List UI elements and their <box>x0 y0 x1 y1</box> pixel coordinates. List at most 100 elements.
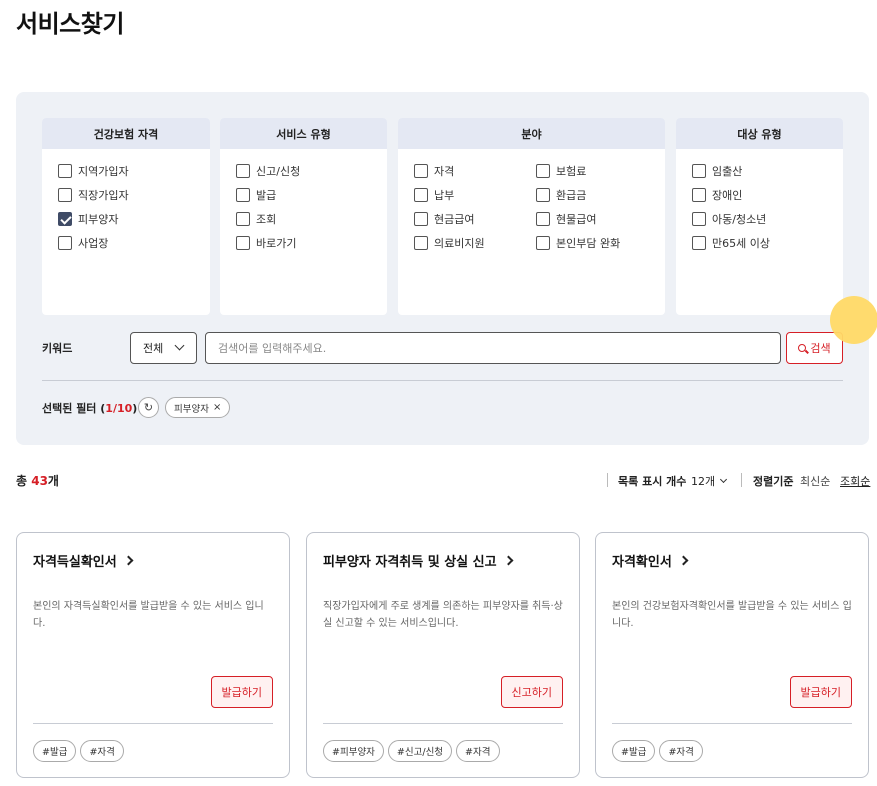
filter-option[interactable]: 납부 <box>414 187 454 203</box>
filter-option-label: 피부양자 <box>78 213 119 226</box>
sort-option-latest[interactable]: 최신순 <box>800 473 830 489</box>
card-tags: #발급 #자격 <box>612 740 703 762</box>
tag[interactable]: #발급 <box>33 740 77 762</box>
checkbox[interactable] <box>414 188 428 202</box>
checkbox[interactable] <box>536 164 550 178</box>
card-divider <box>612 723 852 724</box>
filter-option-label: 아동/청소년 <box>712 213 767 226</box>
selected-filter-chip: 피부양자 × <box>165 397 231 418</box>
filter-option-label: 사업장 <box>78 237 109 250</box>
search-icon <box>798 344 807 352</box>
per-page-select[interactable]: 12개 <box>691 473 728 489</box>
separator <box>607 473 608 487</box>
card-title-link[interactable]: 자격확인서 <box>612 551 689 570</box>
filter-option-label: 바로가기 <box>256 237 297 250</box>
filter-option-label: 현물급여 <box>556 213 597 226</box>
filter-panel: 건강보험 자격 지역가입자 직장가입자 피부양자 사업장 서비스 유형 신고/신청 발급… <box>16 92 869 445</box>
checkbox[interactable] <box>536 188 550 202</box>
tag[interactable]: #자격 <box>456 740 500 762</box>
issue-button[interactable]: 발급하기 <box>789 676 852 708</box>
filter-option-label: 발급 <box>256 189 277 202</box>
page-title: 서비스찾기 <box>16 10 124 38</box>
search-button[interactable]: 검색 <box>786 332 843 364</box>
filter-option[interactable]: 만65세 이상 <box>692 235 770 251</box>
filter-group-service-type: 서비스 유형 신고/신청 발급 조회 바로가기 <box>220 118 387 315</box>
filter-option[interactable]: 보험료 <box>536 163 586 179</box>
checkbox[interactable] <box>692 236 706 250</box>
checkbox[interactable] <box>58 212 72 226</box>
filter-option[interactable]: 장애인 <box>692 187 742 203</box>
checkbox[interactable] <box>692 164 706 178</box>
tag[interactable]: #피부양자 <box>323 740 384 762</box>
search-scope-value: 전체 <box>143 342 164 355</box>
filter-option[interactable]: 자격 <box>414 163 454 179</box>
card-tags: #발급 #자격 <box>33 740 124 762</box>
tag[interactable]: #자격 <box>80 740 124 762</box>
checkbox[interactable] <box>236 188 250 202</box>
report-button[interactable]: 신고하기 <box>500 676 563 708</box>
total-suffix: 개 <box>47 474 59 488</box>
filter-option[interactable]: 발급 <box>236 187 276 203</box>
filter-option[interactable]: 환급금 <box>536 187 586 203</box>
checkbox[interactable] <box>414 164 428 178</box>
filter-option[interactable]: 사업장 <box>58 235 108 251</box>
chevron-right-icon <box>503 555 514 566</box>
filter-option-label: 만65세 이상 <box>712 237 770 250</box>
cursor-highlight <box>830 296 877 344</box>
checkbox[interactable] <box>236 212 250 226</box>
checkbox[interactable] <box>692 188 706 202</box>
filter-option-label: 신고/신청 <box>256 165 301 178</box>
filter-group-target: 대상 유형 임출산 장애인 아동/청소년 만65세 이상 <box>676 118 843 315</box>
filter-option[interactable]: 조회 <box>236 211 276 227</box>
tag[interactable]: #발급 <box>612 740 656 762</box>
reset-filters-button[interactable]: ↻ <box>138 397 159 418</box>
checkbox[interactable] <box>536 212 550 226</box>
filter-option-label: 의료비지원 <box>434 237 485 250</box>
total-count: 총 43개 <box>16 472 59 489</box>
filter-option-label: 임출산 <box>712 165 743 178</box>
search-input[interactable] <box>205 332 781 364</box>
checkbox[interactable] <box>236 236 250 250</box>
filter-option[interactable]: 직장가입자 <box>58 187 129 203</box>
tag[interactable]: #신고/신청 <box>387 740 453 762</box>
card-description: 직장가입자에게 주로 생계를 의존하는 피부양자를 취득·상실 신고할 수 있는… <box>323 601 563 629</box>
search-scope-select[interactable]: 전체 <box>130 332 197 364</box>
card-title-link[interactable]: 자격득실확인서 <box>33 551 134 570</box>
filter-option-label: 조회 <box>256 213 277 226</box>
sort-label-wrap: 정렬기준 <box>753 473 793 489</box>
checkbox[interactable] <box>58 236 72 250</box>
checkbox[interactable] <box>414 236 428 250</box>
filter-group-title: 분야 <box>398 118 665 149</box>
total-prefix: 총 <box>16 474 32 488</box>
filter-option[interactable]: 현금급여 <box>414 211 474 227</box>
checkbox[interactable] <box>692 212 706 226</box>
checkbox[interactable] <box>536 236 550 250</box>
card-title-link[interactable]: 피부양자 자격취득 및 상실 신고 <box>323 551 514 570</box>
issue-button[interactable]: 발급하기 <box>210 676 273 708</box>
checkbox[interactable] <box>58 188 72 202</box>
per-page-value: 12개 <box>691 475 716 488</box>
remove-chip-icon[interactable]: × <box>213 402 221 413</box>
tag[interactable]: #자격 <box>659 740 703 762</box>
sort-option-views[interactable]: 조회순 <box>840 473 870 489</box>
filter-option[interactable]: 현물급여 <box>536 211 596 227</box>
sort-label: 정렬기준 <box>753 475 794 488</box>
filter-option-label: 자격 <box>434 165 455 178</box>
filter-option[interactable]: 바로가기 <box>236 235 296 251</box>
checkbox[interactable] <box>414 212 428 226</box>
filter-option[interactable]: 의료비지원 <box>414 235 485 251</box>
filter-option-label: 보험료 <box>556 165 587 178</box>
filter-option[interactable]: 아동/청소년 <box>692 211 766 227</box>
chevron-right-icon <box>123 555 134 566</box>
checkbox[interactable] <box>236 164 250 178</box>
filter-option[interactable]: 임출산 <box>692 163 742 179</box>
filter-option-label: 지역가입자 <box>78 165 129 178</box>
checkbox[interactable] <box>58 164 72 178</box>
filter-option[interactable]: 본인부담 완화 <box>536 235 620 251</box>
filter-option[interactable]: 신고/신청 <box>236 163 300 179</box>
filter-option[interactable]: 피부양자 <box>58 211 118 227</box>
filter-option[interactable]: 지역가입자 <box>58 163 129 179</box>
filter-group-title: 건강보험 자격 <box>42 118 210 149</box>
card-tags: #피부양자 #신고/신청 #자격 <box>323 740 500 762</box>
filter-option-label: 본인부담 완화 <box>556 237 621 250</box>
